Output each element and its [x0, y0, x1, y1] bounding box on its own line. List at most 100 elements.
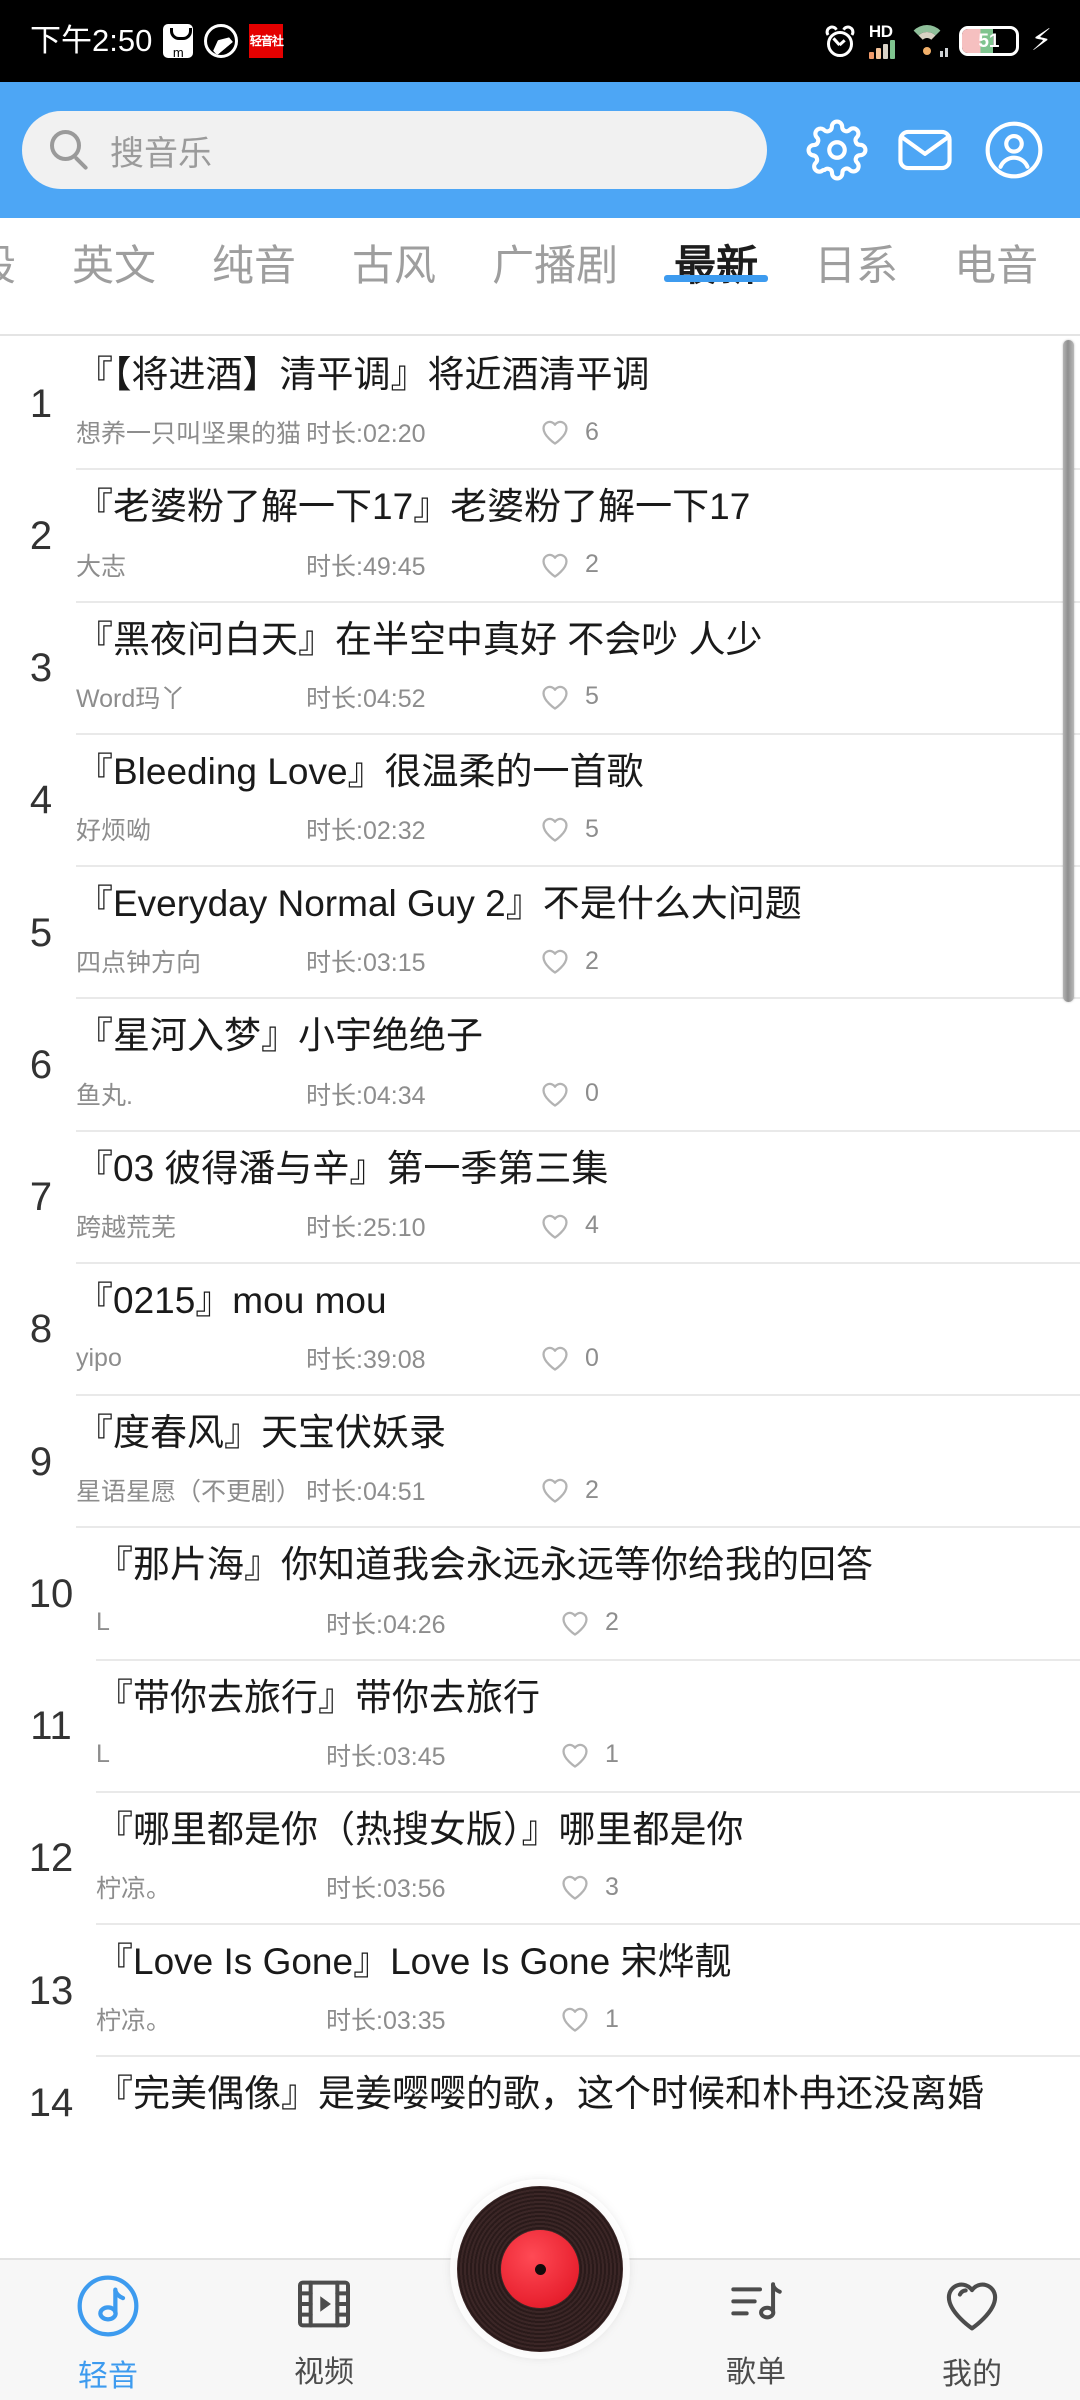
song-row[interactable]: 8 『0215』mou mou yipo 时长:39:08 0 — [0, 1264, 1080, 1396]
song-meta: 鱼丸. 时长:04:34 0 — [76, 1060, 1048, 1130]
song-meta: L 时长:04:26 2 — [96, 1589, 1048, 1659]
song-body[interactable]: 『星河入梦』小宇绝绝子 鱼丸. 时长:04:34 0 — [76, 999, 1080, 1132]
song-like-count: 2 — [585, 1475, 599, 1504]
tab-chunyin[interactable]: 纯音 — [184, 218, 324, 290]
song-row[interactable]: 7 『03 彼得潘与辛』第一季第三集 跨越荒芜 时长:25:10 4 — [0, 1132, 1080, 1264]
tab-label: 日系 — [814, 242, 899, 289]
song-row[interactable]: 5 『Everyday Normal Guy 2』不是什么大问题 四点钟方向 时长:0… — [0, 867, 1080, 1000]
song-body[interactable]: 『带你去旅行』带你去旅行 L 时长:03:45 1 — [96, 1661, 1080, 1793]
tab-rixi[interactable]: 日系 — [786, 218, 926, 290]
song-body[interactable]: 『那片海』你知道我会永远永远等你给我的回答 L 时长:04:26 2 — [96, 1528, 1080, 1661]
song-meta: L 时长:03:45 1 — [96, 1721, 1048, 1791]
song-row[interactable]: 6 『星河入梦』小宇绝绝子 鱼丸. 时长:04:34 0 — [0, 999, 1080, 1132]
song-body[interactable]: 『哪里都是你（热搜女版）』哪里都是你 柠凉。 时长:03:56 3 — [96, 1793, 1080, 1925]
song-likes[interactable]: 6 — [538, 415, 599, 449]
song-row[interactable]: 12 『哪里都是你（热搜女版）』哪里都是你 柠凉。 时长:03:56 3 — [0, 1793, 1080, 1925]
tab-label: 英文 — [72, 242, 157, 289]
song-row[interactable]: 4 『Bleeding Love』很温柔的一首歌 好烦呦 时长:02:32 5 — [0, 735, 1080, 867]
song-likes[interactable]: 0 — [538, 1077, 599, 1111]
song-meta: 四点钟方向 时长:03:15 2 — [76, 927, 1048, 997]
bottom-nav-bar[interactable]: 轻音 视频 歌单 我的 — [0, 2186, 1080, 2400]
song-body[interactable]: 『0215』mou mou yipo 时长:39:08 0 — [76, 1264, 1080, 1396]
search-icon — [50, 130, 90, 171]
music-note-circle-icon — [74, 2272, 142, 2345]
song-title: 『Everyday Normal Guy 2』不是什么大问题 — [76, 883, 802, 924]
song-row[interactable]: 3 『黑夜问白天』在半空中真好 不会吵 人少 Word玛丫 时长:04:52 5 — [0, 603, 1080, 735]
mail-icon[interactable] — [894, 119, 956, 181]
song-likes[interactable]: 1 — [558, 2002, 619, 2036]
song-likes[interactable]: 2 — [558, 1606, 619, 1640]
song-row[interactable]: 13 『Love Is Gone』Love Is Gone 宋烨靓 柠凉。 时长:03… — [0, 1925, 1080, 2058]
song-author: 柠凉。 — [96, 1875, 172, 1903]
song-likes[interactable]: 1 — [558, 1738, 619, 1772]
song-body[interactable]: 『完美偶像』是姜嘤嘤的歌，这个时候和朴冉还没离婚 — [96, 2057, 1080, 2149]
song-likes[interactable]: 3 — [558, 1870, 619, 1904]
gear-icon[interactable] — [806, 119, 868, 181]
nav-label: 轻音 — [78, 2360, 138, 2393]
song-likes[interactable]: 4 — [538, 1209, 599, 1243]
tab-gufeng[interactable]: 古风 — [324, 218, 464, 290]
tab-dianyin[interactable]: 电音 — [926, 218, 1066, 290]
song-meta: 大志 时长:49:45 2 — [76, 531, 1048, 601]
vertical-scrollbar[interactable] — [1063, 340, 1074, 1002]
song-body[interactable]: 『03 彼得潘与辛』第一季第三集 跨越荒芜 时长:25:10 4 — [76, 1132, 1080, 1264]
tab-yingwen[interactable]: 英文 — [44, 218, 184, 290]
song-row[interactable]: 9 『度春风』天宝伏妖录 星语星愿（不更剧） 时长:04:51 2 — [0, 1396, 1080, 1529]
mi-app-icon — [163, 24, 194, 59]
song-author: L — [96, 1740, 110, 1769]
song-title: 『完美偶像』是姜嘤嘤的歌，这个时候和朴冉还没离婚 — [96, 2073, 984, 2115]
category-tab-bar[interactable]: 段 英文 纯音 古风 广播剧 最新 — [0, 218, 1080, 336]
song-list[interactable]: 1 『【将进酒】清平调』将近酒清平调 想养一只叫坚果的猫 时长:02:20 6 2 『老婆粉… — [0, 338, 1080, 2258]
tab-zuixin[interactable]: 最新 — [646, 218, 786, 290]
nav-item-gedan[interactable]: 歌单 — [648, 2272, 864, 2391]
song-body[interactable]: 『Love Is Gone』Love Is Gone 宋烨靓 柠凉。 时长:03:3… — [96, 1925, 1080, 2058]
qingyinshe-badge-icon: 轻音社 — [249, 24, 284, 58]
song-body[interactable]: 『老婆粉了解一下17』老婆粉了解一下17 大志 时长:49:45 2 — [76, 470, 1080, 603]
song-body[interactable]: 『Bleeding Love』很温柔的一首歌 好烦呦 时长:02:32 5 — [76, 735, 1080, 867]
song-rank: 10 — [28, 1571, 74, 1616]
song-rank: 1 — [29, 381, 53, 426]
nav-item-shipin[interactable]: 视频 — [216, 2272, 432, 2391]
song-row[interactable]: 10 『那片海』你知道我会永远永远等你给我的回答 L 时长:04:26 2 — [0, 1528, 1080, 1661]
song-rank: 4 — [29, 778, 53, 823]
song-author: 好烦呦 — [76, 817, 152, 845]
song-title: 『Love Is Gone』Love Is Gone 宋烨靓 — [96, 1941, 732, 1982]
song-author: 跨越荒芜 — [76, 1213, 177, 1242]
account-icon[interactable] — [983, 119, 1045, 181]
search-input[interactable]: 搜音乐 — [22, 111, 767, 189]
song-row[interactable]: 2 『老婆粉了解一下17』老婆粉了解一下17 大志 时长:49:45 2 — [0, 470, 1080, 603]
song-row[interactable]: 14 『完美偶像』是姜嘤嘤的歌，这个时候和朴冉还没离婚 — [0, 2057, 1080, 2149]
song-meta: 柠凉。 时长:03:56 3 — [96, 1853, 1048, 1923]
hd-label: HD — [868, 21, 893, 41]
song-likes[interactable]: 5 — [538, 680, 599, 714]
song-title: 『0215』mou mou — [76, 1279, 387, 1321]
song-likes[interactable]: 2 — [538, 1473, 599, 1507]
song-body[interactable]: 『【将进酒】清平调』将近酒清平调 想养一只叫坚果的猫 时长:02:20 6 — [76, 338, 1080, 471]
song-likes[interactable]: 2 — [538, 548, 599, 582]
song-meta: 柠凉。 时长:03:35 1 — [96, 1985, 1048, 2055]
battery-icon: 51 — [958, 26, 1019, 56]
song-body[interactable]: 『Everyday Normal Guy 2』不是什么大问题 四点钟方向 时长:03… — [76, 867, 1080, 1000]
alarm-icon — [823, 23, 857, 58]
tab-guangboju[interactable]: 广播剧 — [464, 218, 646, 290]
song-likes[interactable]: 5 — [538, 812, 599, 846]
tab-underline — [664, 275, 769, 283]
song-title: 『老婆粉了解一下17』老婆粉了解一下17 — [76, 486, 751, 528]
nav-item-qingyin[interactable]: 轻音 — [0, 2272, 216, 2395]
song-like-count: 6 — [585, 417, 599, 446]
song-rank: 5 — [29, 910, 53, 955]
song-body[interactable]: 『黑夜问白天』在半空中真好 不会吵 人少 Word玛丫 时长:04:52 5 — [76, 603, 1080, 735]
song-row[interactable]: 1 『【将进酒】清平调』将近酒清平调 想养一只叫坚果的猫 时长:02:20 6 — [0, 338, 1080, 471]
nav-item-wode[interactable]: 我的 — [864, 2272, 1080, 2393]
vinyl-record-icon[interactable] — [457, 2186, 623, 2352]
song-list-rows[interactable]: 1 『【将进酒】清平调』将近酒清平调 想养一只叫坚果的猫 时长:02:20 6 2 『老婆粉… — [0, 338, 1080, 2150]
tab-duan[interactable]: 段 — [0, 218, 44, 290]
song-likes[interactable]: 2 — [538, 944, 599, 978]
song-meta: 好烦呦 时长:02:32 5 — [76, 795, 1048, 865]
song-likes[interactable]: 0 — [538, 1341, 599, 1375]
song-row[interactable]: 11 『带你去旅行』带你去旅行 L 时长:03:45 1 — [0, 1661, 1080, 1793]
song-body[interactable]: 『度春风』天宝伏妖录 星语星愿（不更剧） 时长:04:51 2 — [76, 1396, 1080, 1529]
song-meta: 想养一只叫坚果的猫 时长:02:20 6 — [76, 398, 1048, 468]
tab-strip[interactable]: 段 英文 纯音 古风 广播剧 最新 — [0, 218, 1080, 334]
song-duration: 时长:04:51 — [306, 1478, 426, 1507]
